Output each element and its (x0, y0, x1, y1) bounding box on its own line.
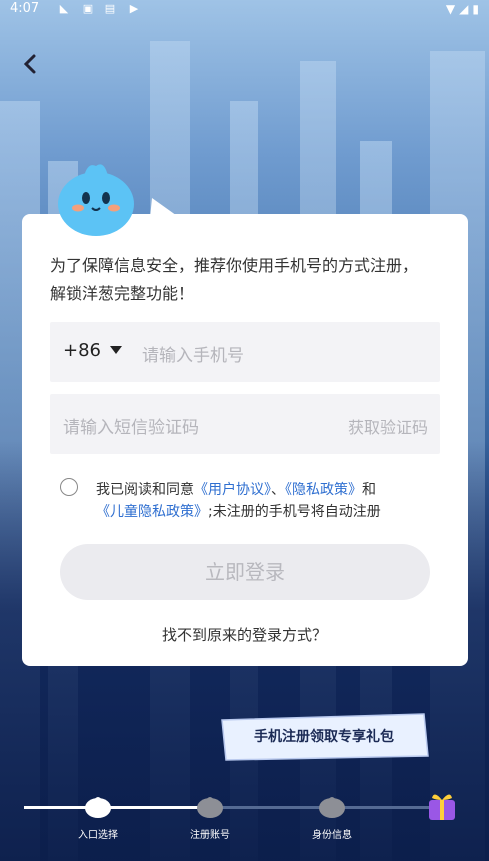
child-privacy-link[interactable]: 《儿童隐私政策》 (96, 504, 208, 520)
promo-text: 手机注册领取专享礼包 (254, 729, 394, 745)
sms-code-input[interactable]: 请输入短信验证码 (63, 413, 199, 438)
status-bar: 4:07 ◣ ▣ ▤ ▶ ▼ ◢ ▮ (0, 0, 489, 20)
phone-field[interactable]: +86 请输入手机号 (50, 322, 440, 382)
gift-icon (429, 794, 455, 820)
step-2-icon (197, 797, 223, 818)
step-label-3: 身份信息 (312, 830, 352, 841)
keyboard-icon: ▤ (104, 2, 116, 15)
get-code-button[interactable]: 获取验证码 (348, 414, 428, 438)
back-icon[interactable] (20, 52, 40, 76)
signal-icon: ◢ (459, 2, 469, 16)
chevron-down-icon[interactable] (110, 346, 122, 354)
lost-login-link[interactable]: 找不到原来的登录方式？ (0, 624, 489, 645)
agreement-text: 我已阅读和同意《用户协议》、《隐私政策》和 《儿童隐私政策》;未注册的手机号将自… (96, 479, 426, 523)
agreement-prefix: 我已阅读和同意 (96, 482, 194, 498)
battery-icon: ▮ (472, 2, 479, 16)
status-time: 4:07 (10, 1, 40, 16)
privacy-policy-link[interactable]: 《隐私政策》 (285, 482, 362, 498)
country-code[interactable]: +86 (63, 340, 101, 361)
promo-banner[interactable]: 手机注册领取专享礼包 (218, 712, 430, 762)
play-store-icon: ▶ (129, 2, 139, 15)
login-button[interactable]: 立即登录 (60, 544, 430, 600)
agreement-suffix: ;未注册的手机号将自动注册 (208, 504, 381, 520)
step-label-2: 注册账号 (190, 830, 230, 841)
card-bubble-tail (150, 198, 180, 218)
agreement-separator: 、 (271, 482, 285, 498)
agreement-checkbox[interactable] (60, 478, 78, 496)
agreement-and: 和 (362, 482, 376, 498)
step-label-1: 入口选择 (78, 830, 118, 841)
onion-mascot (58, 164, 134, 236)
step-3-icon (319, 797, 345, 818)
wifi-icon: ▼ (445, 2, 456, 16)
app-notification-icon: ▣ (82, 2, 94, 15)
phone-input[interactable]: 请输入手机号 (142, 341, 244, 366)
step-1-icon (85, 797, 111, 818)
intro-text: 为了保障信息安全，推荐你使用手机号的方式注册，解锁洋葱完整功能！ (50, 256, 419, 303)
app-a-icon: ◣ (59, 2, 69, 15)
sms-code-field[interactable]: 请输入短信验证码 获取验证码 (50, 394, 440, 454)
user-agreement-link[interactable]: 《用户协议》 (194, 482, 271, 498)
